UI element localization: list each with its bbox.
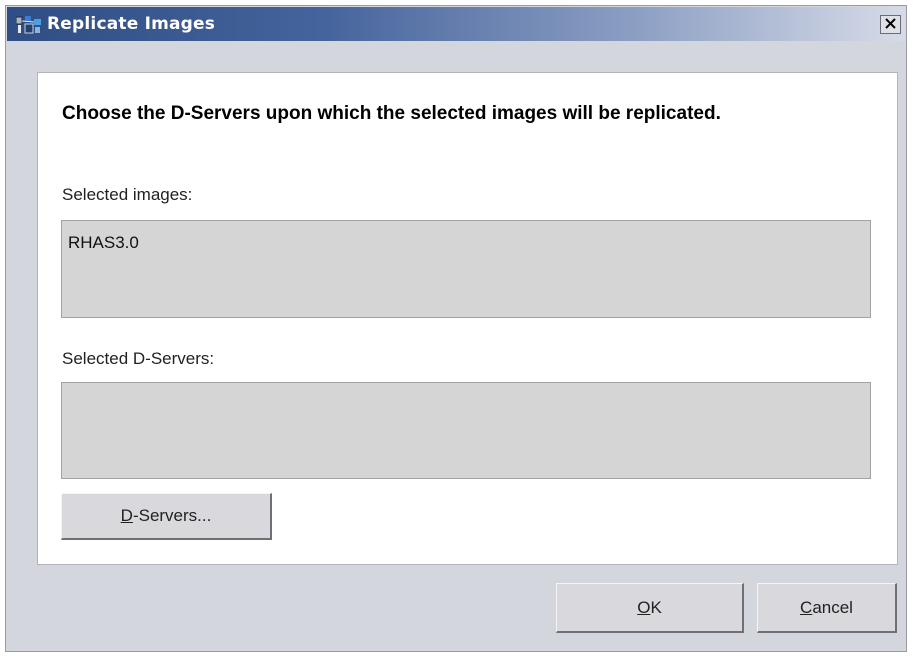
selected-images-list[interactable]: RHAS3.0 xyxy=(61,220,871,318)
ok-button-label: K xyxy=(650,597,662,617)
list-item[interactable]: RHAS3.0 xyxy=(68,233,139,253)
selected-servers-list[interactable] xyxy=(61,382,871,479)
app-network-icon xyxy=(15,16,44,34)
window-title: Replicate Images xyxy=(47,14,216,34)
content-panel: Choose the D-Servers upon which the sele… xyxy=(37,72,898,565)
cancel-button-label: ancel xyxy=(812,597,853,617)
ok-button-mnemonic: O xyxy=(637,597,651,617)
d-servers-button-label: -Servers... xyxy=(132,506,212,525)
title-bar[interactable]: Replicate Images xyxy=(7,7,905,41)
instruction-text: Choose the D-Servers upon which the sele… xyxy=(62,103,721,124)
d-servers-button-mnemonic: D xyxy=(120,506,133,525)
ok-button[interactable]: OK xyxy=(556,583,744,633)
selected-images-label: Selected images: xyxy=(62,185,193,204)
close-button[interactable] xyxy=(880,15,901,34)
d-servers-button[interactable]: D -Servers... xyxy=(61,493,272,540)
replicate-images-dialog: Replicate Images Choose the D-Servers up… xyxy=(5,5,907,652)
close-icon xyxy=(885,16,896,34)
cancel-button[interactable]: Cancel xyxy=(757,583,897,633)
cancel-button-mnemonic: C xyxy=(800,597,813,617)
selected-servers-label: Selected D-Servers: xyxy=(62,349,215,368)
